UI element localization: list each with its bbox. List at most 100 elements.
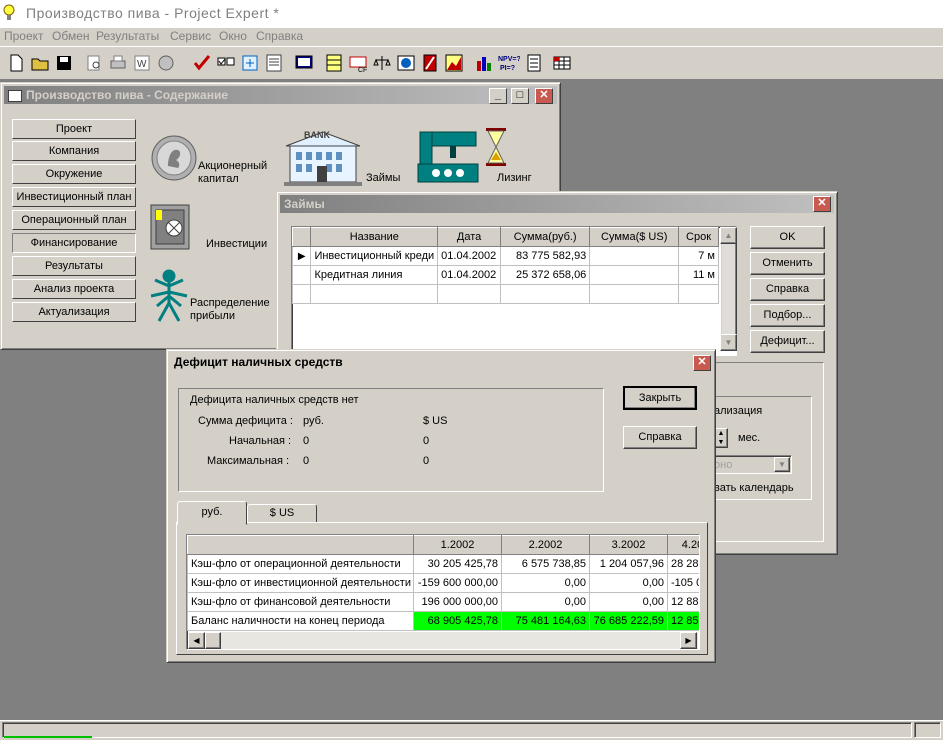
- nav-project-analysis[interactable]: Анализ проекта: [12, 279, 136, 299]
- loans-close-button[interactable]: ✕: [813, 196, 831, 212]
- cf-cell[interactable]: 28 28: [667, 554, 699, 574]
- menu-window[interactable]: Окно: [219, 29, 247, 43]
- col-name[interactable]: Название: [310, 227, 439, 247]
- loan-term[interactable]: 11 м: [678, 265, 719, 285]
- book-icon[interactable]: [420, 53, 440, 73]
- scroll-up-icon[interactable]: ▲: [720, 227, 737, 244]
- nav-financing[interactable]: Финансирование: [12, 233, 136, 253]
- maximize-button[interactable]: □: [511, 88, 529, 104]
- cf-cell[interactable]: 0,00: [589, 592, 668, 612]
- scroll-down-icon[interactable]: ▼: [720, 334, 737, 351]
- scroll-thumb[interactable]: [205, 632, 221, 649]
- cf-balance-cell[interactable]: 68 905 425,78: [413, 611, 502, 631]
- table-row[interactable]: Кредитная линия 01.04.2002 25 372 658,06…: [291, 265, 719, 285]
- help-button[interactable]: Справка: [750, 278, 825, 301]
- loan-sum-usd[interactable]: [589, 265, 680, 285]
- menu-service[interactable]: Сервис: [170, 29, 211, 43]
- table-row[interactable]: [291, 284, 719, 304]
- menu-project[interactable]: Проект: [4, 29, 44, 43]
- menu-results[interactable]: Результаты: [96, 29, 159, 43]
- months-spinner[interactable]: ▲ ▼: [714, 428, 728, 448]
- deficit-button[interactable]: Дефицит...: [750, 330, 825, 353]
- col-date[interactable]: Дата: [437, 227, 502, 247]
- monitor-icon[interactable]: [294, 53, 314, 73]
- investments-label[interactable]: Инвестиции: [206, 238, 267, 250]
- new-file-icon[interactable]: [6, 53, 26, 73]
- shiva-icon[interactable]: [148, 266, 190, 324]
- cf-col-header[interactable]: 3.2002: [589, 535, 668, 555]
- refresh-icon[interactable]: [240, 53, 260, 73]
- table-icon[interactable]: [324, 53, 344, 73]
- table-row[interactable]: Кэш-фло от инвестиционной деятельности -…: [187, 573, 699, 593]
- col-sum-rub[interactable]: Сумма(руб.): [500, 227, 591, 247]
- cf-cell[interactable]: 0,00: [501, 573, 590, 593]
- ok-button[interactable]: OK: [750, 226, 825, 249]
- calculator-icon[interactable]: [524, 53, 544, 73]
- minimize-button[interactable]: _: [489, 88, 507, 104]
- chevron-down-icon[interactable]: ▼: [774, 457, 790, 472]
- menu-exchange[interactable]: Обмен: [52, 29, 90, 43]
- cf-cell[interactable]: 12 88: [667, 592, 699, 612]
- scroll-right-icon[interactable]: ▶: [680, 632, 697, 649]
- loan-sum-usd[interactable]: [589, 246, 680, 266]
- col-sum-usd[interactable]: Сумма($ US): [589, 227, 680, 247]
- check-icon[interactable]: [192, 53, 212, 73]
- cf-cell[interactable]: 6 575 738,85: [501, 554, 590, 574]
- area-chart-icon[interactable]: [444, 53, 464, 73]
- close-button[interactable]: ✕: [535, 88, 553, 104]
- nav-investment-plan[interactable]: Инвестиционный план: [12, 187, 136, 207]
- cf-cell[interactable]: 0,00: [501, 592, 590, 612]
- scroll-left-icon[interactable]: ◀: [188, 632, 205, 649]
- menu-help[interactable]: Справка: [256, 29, 303, 43]
- table-row[interactable]: ▶ Инвестиционный креди 01.04.2002 83 775…: [291, 246, 719, 266]
- cf-cell[interactable]: -159 600 000,00: [413, 573, 502, 593]
- cf-cell[interactable]: 1 204 057,96: [589, 554, 668, 574]
- nav-results[interactable]: Результаты: [12, 256, 136, 276]
- coin-icon[interactable]: [150, 134, 198, 182]
- select-button[interactable]: Подбор...: [750, 304, 825, 327]
- cf-cell[interactable]: 0,00: [589, 573, 668, 593]
- help-button-deficit[interactable]: Справка: [623, 426, 697, 449]
- globe-icon[interactable]: [396, 53, 416, 73]
- nav-company[interactable]: Компания: [12, 141, 136, 161]
- cf-col-header[interactable]: 1.2002: [413, 535, 502, 555]
- print-icon[interactable]: [108, 53, 128, 73]
- loan-name[interactable]: Кредитная линия: [310, 265, 439, 285]
- open-folder-icon[interactable]: [30, 53, 50, 73]
- nav-environment[interactable]: Окружение: [12, 164, 136, 184]
- cf-cell[interactable]: 30 205 425,78: [413, 554, 502, 574]
- cf-cell[interactable]: -105 00: [667, 573, 699, 593]
- calendar-label[interactable]: вать календарь: [714, 482, 794, 494]
- cf-balance-cell[interactable]: 76 685 222,59: [589, 611, 668, 631]
- loans-label[interactable]: Займы: [366, 172, 400, 184]
- nav-actualization[interactable]: Актуализация: [12, 302, 136, 322]
- cashflow-hscroll[interactable]: [188, 632, 698, 649]
- checklist-icon[interactable]: [216, 53, 236, 73]
- cf-balance-cell[interactable]: 12 85: [667, 611, 699, 631]
- cf-col-header[interactable]: 4.20: [667, 535, 699, 555]
- leasing-machine-icon[interactable]: [416, 128, 480, 186]
- cf-cell[interactable]: 196 000 000,00: [413, 592, 502, 612]
- scales-icon[interactable]: [372, 53, 392, 73]
- table-row[interactable]: Баланс наличности на конец периода 68 90…: [187, 611, 699, 631]
- tab-usd[interactable]: $ US: [247, 504, 317, 523]
- close-button-deficit[interactable]: Закрыть: [623, 386, 697, 410]
- loan-date[interactable]: 01.04.2002: [437, 246, 502, 266]
- table-row[interactable]: Кэш-фло от операционной деятельности 30 …: [187, 554, 699, 574]
- loans-vscroll[interactable]: [720, 227, 737, 351]
- loan-name[interactable]: Инвестиционный креди: [310, 246, 439, 266]
- tab-rub[interactable]: руб.: [177, 501, 247, 525]
- cf-col-header[interactable]: 2.2002: [501, 535, 590, 555]
- deficit-close-x[interactable]: ✕: [693, 355, 711, 371]
- cancel-button[interactable]: Отменить: [750, 252, 825, 275]
- safe-icon[interactable]: [150, 204, 190, 250]
- bar-chart-icon[interactable]: [474, 53, 494, 73]
- table-row[interactable]: Кэш-фло от финансовой деятельности 196 0…: [187, 592, 699, 612]
- loan-sum-rub[interactable]: 83 775 582,93: [500, 246, 591, 266]
- loan-sum-rub[interactable]: 25 372 658,06: [500, 265, 591, 285]
- export-icon[interactable]: [156, 53, 176, 73]
- notes-icon[interactable]: [264, 53, 284, 73]
- nav-project[interactable]: Проект: [12, 119, 136, 139]
- save-icon[interactable]: [54, 53, 74, 73]
- profit-label[interactable]: Распределение прибыли: [190, 297, 270, 323]
